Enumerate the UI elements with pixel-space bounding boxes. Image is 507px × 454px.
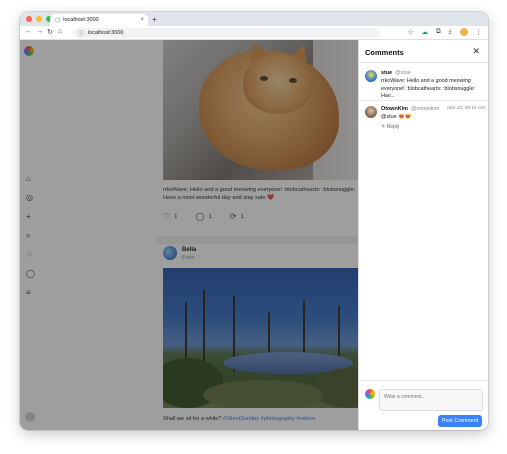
browser-menu-icon[interactable]: ⋮ [476, 28, 483, 36]
forward-button[interactable]: → [36, 28, 43, 35]
extensions-icon[interactable]: ⧉ [436, 28, 441, 36]
minimize-window-button[interactable] [36, 16, 42, 22]
comment-composer: Post Comment [359, 380, 488, 430]
original-post-text: rrkoWave: Hello and a good meowing every… [381, 78, 476, 99]
author-name[interactable]: OtownKim [381, 106, 408, 112]
comment-input[interactable] [379, 389, 483, 411]
my-avatar [365, 389, 375, 399]
post-comment-button[interactable]: Post Comment [438, 415, 482, 427]
profile-avatar[interactable] [459, 28, 468, 36]
extension-icon[interactable]: ☁ [421, 28, 428, 36]
close-window-button[interactable] [26, 16, 32, 22]
title-bar: ⬡ localhost:3000 × + [20, 12, 488, 26]
tab-close-icon[interactable]: × [140, 17, 144, 23]
site-info-icon[interactable]: ⓘ [78, 29, 84, 38]
download-icon[interactable]: ⤓ [449, 28, 452, 36]
comment-item: OtownKim @otownkim Mar 23, 09:15 AM @stue… [365, 106, 485, 136]
modal-backdrop[interactable] [20, 40, 358, 430]
close-icon[interactable]: ✕ [472, 46, 480, 57]
browser-toolbar: ☆ ☁ ⧉ ⤓ ⋮ [408, 28, 482, 36]
tab-title: localhost:3000 [63, 17, 99, 23]
comments-panel: Comments ✕ stue @stue rrkoWave: Hello and… [358, 40, 488, 430]
comment-date: Mar 23, 09:15 AM [447, 106, 485, 111]
url-input[interactable]: ⓘ localhost:3000 [72, 28, 380, 38]
back-button[interactable]: ← [25, 28, 32, 35]
window-controls [26, 16, 52, 22]
reply-button[interactable]: ↰ Reply [381, 124, 399, 130]
address-bar: ← → ↻ ⌂ ⓘ localhost:3000 ☆ ☁ ⧉ ⤓ ⋮ [20, 26, 488, 40]
author-handle: @stue [395, 70, 411, 76]
browser-window: ⬡ localhost:3000 × + ← → ↻ ⌂ ⓘ localhost… [20, 12, 488, 430]
comment-author: OtownKim @otownkim [381, 106, 439, 112]
author-name[interactable]: stue [381, 70, 392, 76]
comment-divider [359, 100, 488, 101]
comment-text: @stue 😻😻 [381, 114, 412, 120]
otownkim-avatar[interactable] [365, 106, 377, 118]
original-post: stue @stue rrkoWave: Hello and a good meo… [365, 70, 485, 100]
page-viewport: ⌂ ◎ + ⌕ ♢ ◯ ≡ rrkoWave: Hello and a good… [20, 40, 488, 430]
author-handle: @otownkim [410, 106, 440, 112]
bookmark-star-icon[interactable]: ☆ [408, 28, 414, 36]
reload-button[interactable]: ↻ [47, 28, 53, 36]
stue-avatar[interactable] [365, 70, 377, 82]
panel-title: Comments [365, 48, 404, 57]
browser-tab[interactable]: ⬡ localhost:3000 × [50, 14, 148, 26]
new-tab-button[interactable]: + [152, 14, 157, 26]
comment-author: stue @stue [381, 70, 411, 76]
panel-divider [359, 62, 488, 63]
tab-favicon-icon: ⬡ [55, 17, 61, 24]
home-button[interactable]: ⌂ [58, 28, 62, 35]
url-text: localhost:3000 [88, 30, 124, 36]
